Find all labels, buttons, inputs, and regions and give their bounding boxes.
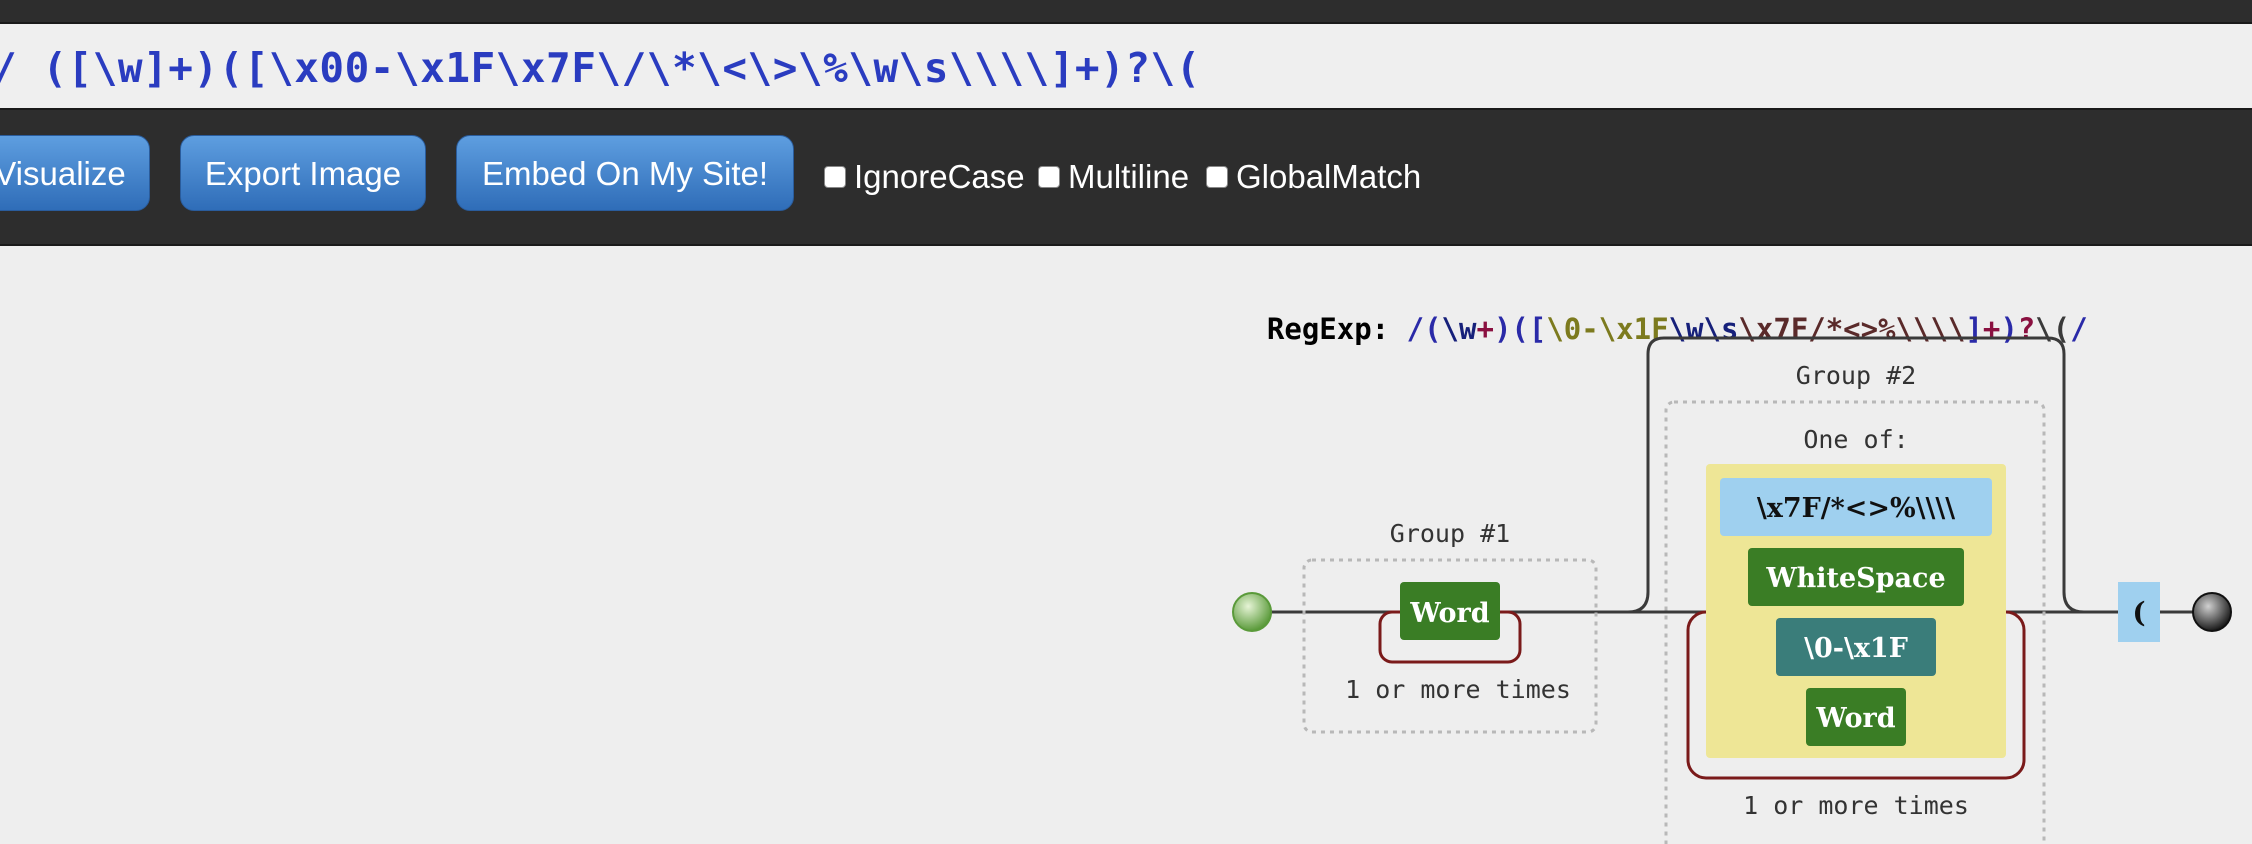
- toolbar: Visualize Export Image Embed On My Site!…: [0, 110, 2252, 246]
- group-2-label: Group #2: [1796, 361, 1916, 390]
- checkbox-box[interactable]: [1206, 166, 1228, 188]
- group-1-label: Group #1: [1390, 519, 1510, 548]
- word-node-label: Word: [1409, 598, 1489, 629]
- option-range-label: \0-\x1F: [1804, 633, 1908, 664]
- multiline-label: Multiline: [1068, 158, 1190, 195]
- checkbox-box[interactable]: [1038, 166, 1060, 188]
- option-literal-label: \x7F/*<>%\\\\: [1757, 493, 1955, 524]
- group-2-repeat-label: 1 or more times: [1743, 791, 1969, 820]
- visualize-button[interactable]: Visualize: [0, 135, 150, 211]
- multiline-checkbox[interactable]: Multiline: [1038, 158, 1190, 195]
- globalmatch-checkbox[interactable]: GlobalMatch: [1206, 158, 1422, 195]
- embed-button[interactable]: Embed On My Site!: [456, 135, 794, 211]
- checkbox-box[interactable]: [824, 166, 846, 188]
- top-bar: [0, 0, 2252, 22]
- regex-input-field[interactable]: / ([\w]+)([\x00-\x1F\x7F\/\*\<\>\%\w\s\\…: [0, 44, 1201, 92]
- globalmatch-label: GlobalMatch: [1236, 158, 1422, 195]
- option-word-label: Word: [1815, 703, 1895, 734]
- regex-input-bar[interactable]: / ([\w]+)([\x00-\x1F\x7F\/\*\<\>\%\w\s\\…: [0, 22, 2252, 110]
- ignorecase-checkbox[interactable]: IgnoreCase: [824, 158, 1025, 195]
- group-1-repeat-label: 1 or more times: [1345, 675, 1571, 704]
- one-of-label: One of:: [1803, 425, 1908, 454]
- start-node: [1232, 592, 1272, 632]
- option-whitespace-label: WhiteSpace: [1765, 563, 1945, 594]
- literal-paren-label: (: [2132, 596, 2145, 629]
- regex-railroad-diagram: Group #1 Word 1 or more times Group #2 O…: [1232, 336, 2232, 844]
- export-image-button[interactable]: Export Image: [180, 135, 426, 211]
- end-node: [2192, 592, 2232, 632]
- ignorecase-label: IgnoreCase: [854, 158, 1025, 195]
